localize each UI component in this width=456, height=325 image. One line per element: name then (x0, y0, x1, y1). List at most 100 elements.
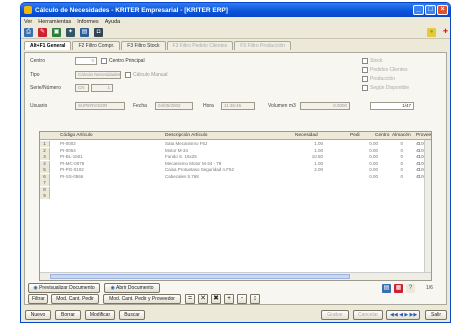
row-number[interactable]: 9 (40, 193, 50, 199)
col-centro[interactable]: Centro (375, 133, 389, 138)
table-cell[interactable]: 0.00 (356, 174, 378, 179)
minus-button[interactable]: - (237, 294, 247, 304)
table-cell[interactable]: Caisa Protuetaso Seguridad n.F52 (165, 167, 234, 172)
col-codigo[interactable]: Código Artículo (60, 133, 93, 138)
salir-button[interactable]: Salir (425, 310, 447, 320)
table-cell[interactable]: PI-0054 (60, 148, 76, 153)
table-row[interactable]: 5 PI-PG-0102 Caisa Protuetaso Seguridad n.… (40, 167, 431, 173)
save-icon[interactable]: ▣ (52, 27, 61, 37)
col-necesidad[interactable]: Necesidad (295, 133, 318, 138)
table-row[interactable]: 4 PI-MC-0078 Mecanismo Motor M-34 - 78 1.00… (40, 160, 431, 167)
equals-button[interactable]: = (185, 294, 195, 304)
mod-cant-pedir-button[interactable]: Mod. Cant. Pedir (51, 294, 99, 304)
tab-filtro-stock[interactable]: F3 Filtro Stock (121, 41, 166, 50)
usuario-input[interactable]: SUPERVISOR (75, 102, 125, 110)
col-pedir[interactable]: Pedi (350, 133, 360, 138)
table-cell[interactable]: Cabecales 5.768 (165, 174, 199, 179)
table-cell[interactable]: PI-BL-1501 (60, 154, 83, 159)
table-row[interactable]: 9 (40, 193, 431, 199)
tab-filtro-compras[interactable]: F2 Filtro Compr. (72, 41, 121, 50)
record-navigator[interactable]: ◀◀ ◀ ▶ ▶▶ (386, 310, 420, 320)
menu-ayuda[interactable]: Ayuda (105, 19, 121, 25)
grid-scroll-thumb[interactable] (50, 274, 350, 279)
lock-icon[interactable]: ◘ (94, 27, 103, 37)
table-row[interactable]: 8 (40, 186, 431, 193)
serie-input[interactable]: CN (75, 84, 89, 92)
clear-button[interactable]: ✕ (198, 294, 208, 304)
volumen-input[interactable]: 0.0000 (300, 102, 350, 110)
col-almacen[interactable]: Almacén (392, 133, 411, 138)
hora-input[interactable]: 11:45:46 (221, 102, 255, 110)
col-proveedor[interactable]: Provee (416, 133, 431, 138)
table-row[interactable]: 6PI-SS-0566Cabecales 5.7680.00004100401 (40, 173, 431, 180)
table-cell[interactable]: Sata Mecanismo F6J (165, 141, 207, 146)
close-button[interactable]: × (437, 5, 448, 15)
stock-checkbox[interactable] (362, 58, 368, 64)
sort-button[interactable]: ↕ (250, 294, 260, 304)
centro-principal-checkbox[interactable] (101, 58, 107, 64)
table-cell[interactable]: PI-0002 (60, 141, 76, 146)
table-row[interactable]: 2PI-0054Motor M-341.000.00004100401 (40, 147, 431, 154)
table-row[interactable]: 3PI-BL-1501Fundo S. 15x2510.500.00004100… (40, 154, 431, 160)
cancelar-button[interactable]: Cancelar (353, 310, 383, 320)
tipo-select[interactable]: Cálculo Necesidades (75, 71, 121, 79)
segun-disponible-checkbox[interactable] (362, 85, 368, 91)
row-number[interactable]: 5 (40, 167, 50, 173)
tab-filtro-pedido-clientes[interactable]: F3 Filtro Pedido Clientes (166, 41, 234, 50)
table-cell[interactable]: PI-MC-0078 (60, 161, 84, 166)
pin-icon[interactable]: ✚ (441, 27, 450, 37)
pencil-icon[interactable]: ✎ (38, 27, 47, 37)
col-descripcion[interactable]: Descripción Artículo (165, 133, 207, 138)
pedidos-clientes-checkbox[interactable] (362, 67, 368, 73)
help-icon[interactable]: ? (406, 284, 415, 293)
lightbulb-icon[interactable]: ● (427, 27, 436, 37)
centro-input[interactable]: 0 (75, 57, 97, 65)
table-cell[interactable]: PI-PG-0102 (60, 167, 84, 172)
buscar-button[interactable]: Buscar (119, 310, 145, 320)
grid-horizontal-scrollbar[interactable] (40, 272, 431, 280)
produccion-checkbox[interactable] (362, 76, 368, 82)
row-number[interactable]: 2 (40, 147, 50, 154)
table-cell[interactable]: 0.00 (356, 154, 378, 159)
table-cell[interactable]: 0.00 (356, 141, 378, 146)
nuevo-button[interactable]: Nuevo (25, 310, 51, 320)
grid-print-icon[interactable]: ▤ (382, 284, 391, 293)
grid-vertical-scrollbar[interactable] (424, 140, 431, 273)
delete-rows-button[interactable]: ✖ (211, 294, 221, 304)
menu-ver[interactable]: Ver (24, 19, 32, 25)
table-row[interactable]: 1PI-0002Sata Mecanismo F6J1.000.00004100… (40, 141, 431, 147)
row-number[interactable]: 6 (40, 173, 50, 180)
menu-informes[interactable]: Informes (77, 19, 98, 25)
grid-export-icon[interactable]: ▦ (394, 284, 403, 293)
maximize-button[interactable]: □ (425, 5, 436, 15)
table-cell[interactable]: 1.00 (273, 148, 323, 153)
tab-general[interactable]: Alt+F1 General (24, 41, 72, 50)
print-icon[interactable]: ⎙ (24, 27, 33, 37)
menu-herramientas[interactable]: Herramientas (38, 19, 71, 25)
tools-icon[interactable]: ✦ (66, 27, 75, 37)
tab-filtro-produccion[interactable]: F5 Filtro Producción (234, 41, 292, 50)
previsualizar-documento-button[interactable]: ◉ Previsualizar Documento (28, 283, 100, 293)
calculo-manual-checkbox[interactable] (125, 72, 131, 78)
table-cell[interactable]: 1.00 (273, 141, 323, 146)
table-cell[interactable]: Fundo S. 15x25 (165, 154, 197, 159)
row-number[interactable]: 1 (40, 141, 50, 147)
abrir-documento-button[interactable]: ◉ Abrir Documento (104, 283, 160, 293)
grabar-button[interactable]: Grabar (321, 310, 349, 320)
add-button[interactable]: + (224, 294, 234, 304)
row-number[interactable]: 8 (40, 186, 50, 193)
table-cell[interactable]: 0.00 (356, 167, 378, 172)
table-cell[interactable]: PI-SS-0566 (60, 174, 83, 179)
row-number[interactable]: 3 (40, 154, 50, 160)
mod-cant-pedir-proveedor-button[interactable]: Mod. Cant. Pedir y Proveedor (103, 294, 181, 304)
table-cell[interactable]: Mecanismo Motor M-34 - 78 (165, 161, 221, 166)
modificar-button[interactable]: Modificar (85, 310, 115, 320)
table-cell[interactable]: 0.00 (356, 161, 378, 166)
table-row[interactable]: 7 (40, 180, 431, 186)
filtrar-button[interactable]: Filtrar (28, 294, 48, 304)
row-number[interactable]: 7 (40, 180, 50, 186)
numero-input[interactable]: 1 (91, 84, 113, 92)
table-cell[interactable]: Motor M-34 (165, 148, 188, 153)
row-number[interactable]: 4 (40, 160, 50, 167)
table-cell[interactable]: 0.00 (356, 148, 378, 153)
